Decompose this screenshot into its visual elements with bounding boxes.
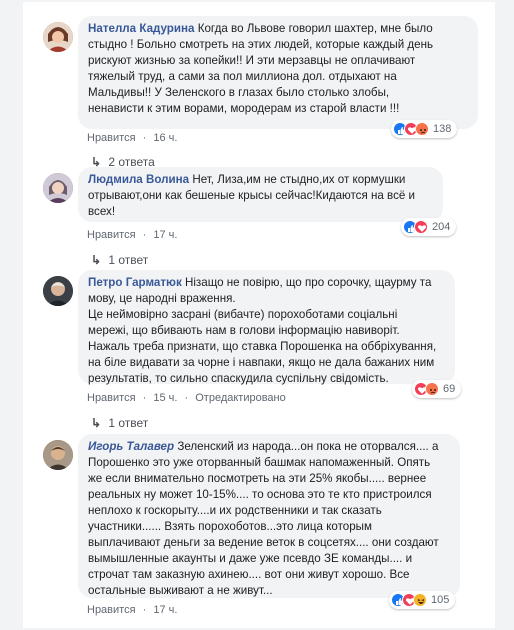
like-link[interactable]: Нравится	[87, 229, 136, 241]
comment-time[interactable]: 17 ч.	[153, 229, 177, 241]
comment-actions: Нравится · 16 ч.	[87, 132, 181, 144]
view-replies-link[interactable]: ↳ 1 ответ	[91, 253, 148, 267]
comment-time[interactable]: 16 ч.	[153, 132, 177, 144]
comment-bubble: Людмила Волина Нет, Лиза,им не стыдно,их…	[78, 167, 443, 222]
view-replies-link[interactable]: ↳ 1 ответ	[91, 416, 148, 430]
reply-arrow-icon: ↳	[91, 253, 102, 267]
reaction-summary[interactable]: 69	[412, 380, 462, 398]
comment-actions: Нравится · 15 ч. · Отредактировано	[87, 392, 290, 404]
comment-text: Зеленский из народа...он пока не оторвал…	[88, 440, 439, 597]
reaction-count: 204	[432, 221, 451, 233]
like-link[interactable]: Нравится	[87, 392, 136, 404]
love-icon	[414, 220, 428, 234]
separator-dot: ·	[142, 229, 147, 241]
reaction-summary[interactable]: 138	[391, 120, 458, 138]
reaction-summary[interactable]: 204	[401, 218, 457, 236]
avatar[interactable]	[43, 22, 73, 52]
replies-count: 1 ответ	[108, 253, 149, 267]
angry-icon	[415, 122, 429, 136]
like-link[interactable]: Нравится	[87, 604, 136, 616]
reaction-count: 69	[443, 383, 456, 395]
comment-time[interactable]: 15 ч.	[153, 392, 177, 404]
comment-bubble: Петро Гарматюк Нізащо не повірю, що про …	[78, 270, 455, 385]
haha-icon	[413, 593, 427, 607]
reaction-count: 105	[431, 594, 450, 606]
reaction-summary[interactable]: 105	[389, 591, 456, 609]
reply-arrow-icon: ↳	[91, 416, 102, 430]
comment-time[interactable]: 17 ч.	[153, 604, 177, 616]
separator-dot: ·	[142, 132, 147, 144]
replies-count: 1 ответ	[108, 416, 149, 430]
comment-author[interactable]: Нателла Кадурина	[88, 22, 194, 35]
separator-dot: ·	[142, 604, 147, 616]
angry-icon	[425, 382, 439, 396]
separator-dot: ·	[184, 392, 189, 404]
comment-actions: Нравится · 17 ч.	[87, 229, 181, 241]
avatar[interactable]	[43, 440, 73, 470]
comment-author[interactable]: Игорь Талавер	[88, 440, 174, 453]
avatar[interactable]	[43, 173, 73, 203]
comment-author[interactable]: Петро Гарматюк	[88, 276, 182, 289]
comment-text: Нізащо не повірю, що про сорочку, щаурму…	[88, 276, 437, 385]
avatar[interactable]	[43, 276, 73, 306]
comment-text: Когда во Львове говорил шахтер, мне было…	[88, 22, 434, 115]
comment-bubble: Нателла Кадурина Когда во Львове говорил…	[78, 16, 478, 129]
comment-author[interactable]: Людмила Волина	[88, 173, 189, 186]
comment-actions: Нравится · 17 ч.	[87, 604, 181, 616]
separator-dot: ·	[142, 392, 147, 404]
like-link[interactable]: Нравится	[87, 132, 136, 144]
edited-label[interactable]: Отредактировано	[195, 392, 286, 404]
comments-panel: Нателла Кадурина Когда во Львове говорил…	[23, 2, 495, 628]
comment-bubble: Игорь Талавер Зеленский из народа...он п…	[78, 434, 460, 598]
reaction-count: 138	[433, 123, 452, 135]
